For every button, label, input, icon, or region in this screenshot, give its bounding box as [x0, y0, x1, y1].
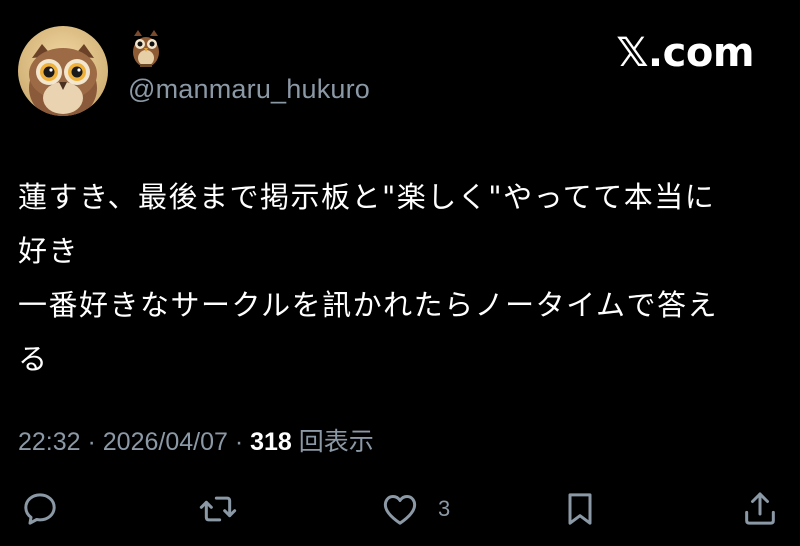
- like-count: 3: [438, 496, 451, 521]
- bookmark-icon: [568, 493, 592, 525]
- owl-emoji-icon: [133, 30, 159, 67]
- meta-separator: ·: [80, 428, 103, 456]
- tweet-text: 蓮すき、最後まで掲示板と"楽しく"やってて本当に 好き 一番好きなサークルを訊か…: [18, 170, 788, 386]
- retweet-button[interactable]: [198, 484, 238, 534]
- share-icon: [745, 492, 775, 525]
- tweet-line: る: [18, 342, 49, 376]
- brand-logo: 𝕏.com: [616, 30, 754, 76]
- view-count-label: 回表示: [291, 428, 374, 456]
- tweet-line: 蓮すき、最後まで掲示板と"楽しく"やってて本当に: [18, 180, 716, 214]
- bookmark-button[interactable]: [560, 484, 600, 534]
- reply-icon: [24, 493, 56, 525]
- tweet-meta: 22:32 · 2026/04/07 · 318 回表示: [18, 422, 374, 458]
- display-name[interactable]: [128, 28, 164, 68]
- view-count: 318: [250, 428, 292, 456]
- tweet-line: 好き: [18, 234, 80, 268]
- tweet-line: 一番好きなサークルを訊かれたらノータイムで答え: [18, 288, 719, 322]
- action-bar: 3: [0, 484, 800, 534]
- retweet-icon: [199, 496, 237, 522]
- share-button[interactable]: [740, 484, 780, 534]
- tweet-time[interactable]: 22:32: [18, 428, 81, 456]
- avatar[interactable]: [18, 26, 108, 116]
- owl-avatar-icon: [18, 26, 108, 116]
- meta-separator: ·: [227, 428, 251, 456]
- like-button[interactable]: 3: [380, 484, 450, 534]
- heart-icon: [383, 495, 417, 525]
- tweet-date[interactable]: 2026/04/07: [103, 428, 228, 456]
- user-handle[interactable]: @manmaru_hukuro: [128, 74, 370, 105]
- reply-button[interactable]: [20, 484, 60, 534]
